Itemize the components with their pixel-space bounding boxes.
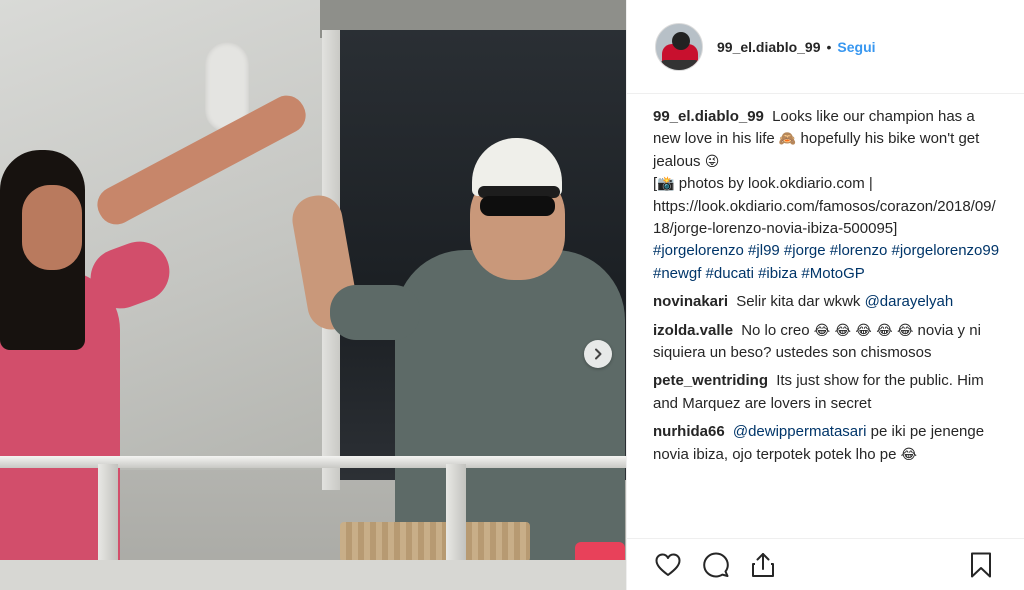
comment-text: No lo creo: [741, 321, 810, 339]
share-button[interactable]: [749, 551, 777, 579]
chevron-right-icon: [595, 348, 602, 360]
post-header: 99_el.diablo_99 • Segui: [627, 0, 1024, 94]
camera-icon: 📸: [657, 176, 675, 193]
bookmark-icon: [971, 552, 991, 578]
photo-woman-face: [22, 185, 82, 270]
like-button[interactable]: [654, 551, 682, 579]
comment-bubble-icon: [703, 552, 729, 578]
comment-username[interactable]: nurhida66: [653, 423, 725, 440]
photo-man-sunglasses: [480, 196, 555, 216]
comment-item: nurhida66 @dewippermatasari pe iki pe je…: [653, 421, 1003, 466]
share-icon: [752, 553, 774, 577]
photo-railing-bottom: [0, 560, 626, 590]
follow-button[interactable]: Segui: [837, 39, 875, 55]
caption-hashtags[interactable]: #jorgelorenzo #jl99 #jorge #lorenzo #jor…: [653, 242, 999, 281]
comment-item: novinakari Selir kita dar wkwk @darayely…: [653, 291, 1003, 313]
save-button[interactable]: [967, 551, 995, 579]
avatar-rider-shape: [672, 31, 690, 50]
comment-item: izolda.valle No lo creo 😂 😂 😂 😂 😂 novia …: [653, 320, 1003, 365]
action-bar: [627, 538, 1024, 590]
post-sidebar: 99_el.diablo_99 • Segui 99_el.diablo_99 …: [626, 0, 1024, 590]
comment-mention[interactable]: @dewippermatasari: [733, 423, 867, 440]
avatar[interactable]: [655, 22, 703, 71]
comment-item: pete_wentriding Its just show for the pu…: [653, 370, 1003, 415]
caption: 99_el.diablo_99 Looks like our champion …: [653, 106, 1003, 285]
comment-emojis: 😂 😂 😂 😂 😂: [813, 322, 914, 339]
caption-credit: photos by look.okdiario.com | https://lo…: [653, 175, 996, 238]
heart-icon: [655, 553, 681, 576]
header-username[interactable]: 99_el.diablo_99: [717, 39, 821, 55]
comment-username[interactable]: izolda.valle: [653, 322, 733, 339]
caption-emoji-1: 🙈: [778, 131, 797, 148]
caption-username[interactable]: 99_el.diablo_99: [653, 108, 764, 125]
comment-username[interactable]: novinakari: [653, 293, 728, 310]
photo-basket: [340, 522, 530, 562]
photo-railing-top: [0, 456, 626, 468]
photo-man-sleeve: [330, 285, 420, 340]
comments-list: 99_el.diablo_99 Looks like our champion …: [653, 106, 1003, 472]
caption-emoji-2: 😜: [704, 153, 720, 170]
header-separator: •: [826, 38, 832, 55]
comment-emoji: 😂: [900, 446, 918, 463]
next-photo-button[interactable]: [584, 340, 612, 368]
avatar-wheel-shape: [660, 59, 700, 70]
comment-text: Selir kita dar wkwk: [736, 293, 861, 311]
comment-button[interactable]: [702, 551, 730, 579]
post-photo[interactable]: [0, 0, 626, 590]
comment-username[interactable]: pete_wentriding: [653, 372, 768, 389]
comment-mention[interactable]: @darayelyah: [865, 293, 954, 310]
